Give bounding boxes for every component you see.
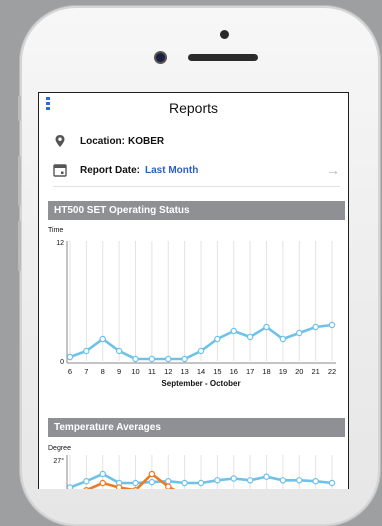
data-point [246, 333, 254, 341]
data-point [99, 335, 106, 343]
data-point [165, 355, 172, 363]
data-point [66, 484, 74, 489]
x-tick-label: 18 [262, 367, 270, 376]
x-tick-label: 8 [101, 367, 105, 376]
data-point [214, 335, 221, 343]
x-tick-label: 14 [197, 367, 205, 376]
data-point [148, 355, 156, 363]
data-point [115, 484, 123, 489]
page-title: Reports [168, 100, 219, 116]
location-label: Location: [80, 135, 125, 147]
mute-switch [18, 96, 21, 121]
data-point [328, 479, 336, 487]
x-tick-label: 15 [213, 367, 221, 376]
x-tick-label: 16 [230, 367, 238, 376]
location-pin-icon [55, 135, 65, 147]
data-point [214, 477, 221, 484]
data-point [296, 477, 303, 484]
data-point [132, 479, 139, 487]
x-tick-label: 12 [164, 367, 172, 376]
data-point [99, 479, 106, 487]
x-tick-label: 21 [311, 367, 319, 376]
data-point [66, 353, 74, 361]
x-tick-label: 6 [68, 367, 72, 376]
x-tick-label: 22 [328, 367, 336, 376]
x-tick-label: 10 [131, 367, 139, 376]
data-point [181, 355, 188, 363]
data-point [263, 473, 270, 480]
y-tick-label: 0 [60, 359, 64, 366]
data-point [312, 323, 319, 331]
data-point [99, 470, 106, 478]
report-date-label: Report Date: [80, 164, 141, 176]
proximity-sensor [220, 30, 229, 39]
x-tick-label: 13 [180, 367, 188, 376]
operating-status-chart: 12 06 7 8 9 10 11 12 13 14 15 16 17 18 19 20 21 22 Septemb… [56, 240, 336, 388]
data-point [83, 347, 90, 355]
data-point [312, 478, 319, 485]
data-point [197, 479, 205, 487]
location-row: Location: KOBER [53, 134, 164, 148]
data-point [148, 470, 156, 478]
volume-down-button [18, 221, 21, 271]
app-screen: Reports Location: KOBER Report Date: Las… [38, 92, 349, 489]
data-point [165, 483, 172, 489]
x-axis-label: September - October [161, 379, 240, 388]
data-point [279, 335, 287, 343]
x-tick-label: 7 [84, 367, 88, 376]
data-point [230, 475, 237, 482]
earpiece-speaker [188, 54, 258, 61]
data-point [328, 321, 336, 329]
calendar-icon [53, 164, 67, 177]
temperature-chart: 27° [53, 455, 336, 489]
x-tick-label: 9 [117, 367, 121, 376]
report-date-value[interactable]: Last Month [145, 165, 198, 176]
data-point [148, 478, 156, 486]
data-point [83, 478, 90, 485]
x-tick-label: 17 [246, 367, 254, 376]
data-point [132, 355, 139, 363]
arrow-right-icon[interactable]: → [326, 162, 340, 178]
x-tick-label: 20 [295, 367, 303, 376]
data-point [246, 477, 254, 484]
data-point [115, 347, 123, 355]
data-point [279, 477, 287, 484]
location-value: KOBER [128, 135, 165, 147]
x-tick-label: 11 [148, 367, 156, 376]
data-point [197, 347, 205, 355]
data-point [165, 478, 172, 485]
operating-status-header: HT500 SET Operating Status [48, 201, 345, 220]
report-date-row[interactable]: Report Date: Last Month [53, 163, 198, 177]
y-tick-label: 12 [56, 240, 64, 247]
data-point [181, 479, 188, 487]
divider [53, 186, 340, 187]
front-camera [156, 53, 165, 62]
data-point [296, 329, 303, 337]
x-tick-label: 19 [279, 367, 287, 376]
temperature-header: Temperature Averages [48, 418, 345, 437]
volume-up-button [18, 156, 21, 206]
chart2-ylabel: Degree [48, 445, 71, 452]
data-point [230, 327, 237, 335]
data-point [263, 323, 270, 331]
y-tick-label: 27° [53, 457, 64, 465]
